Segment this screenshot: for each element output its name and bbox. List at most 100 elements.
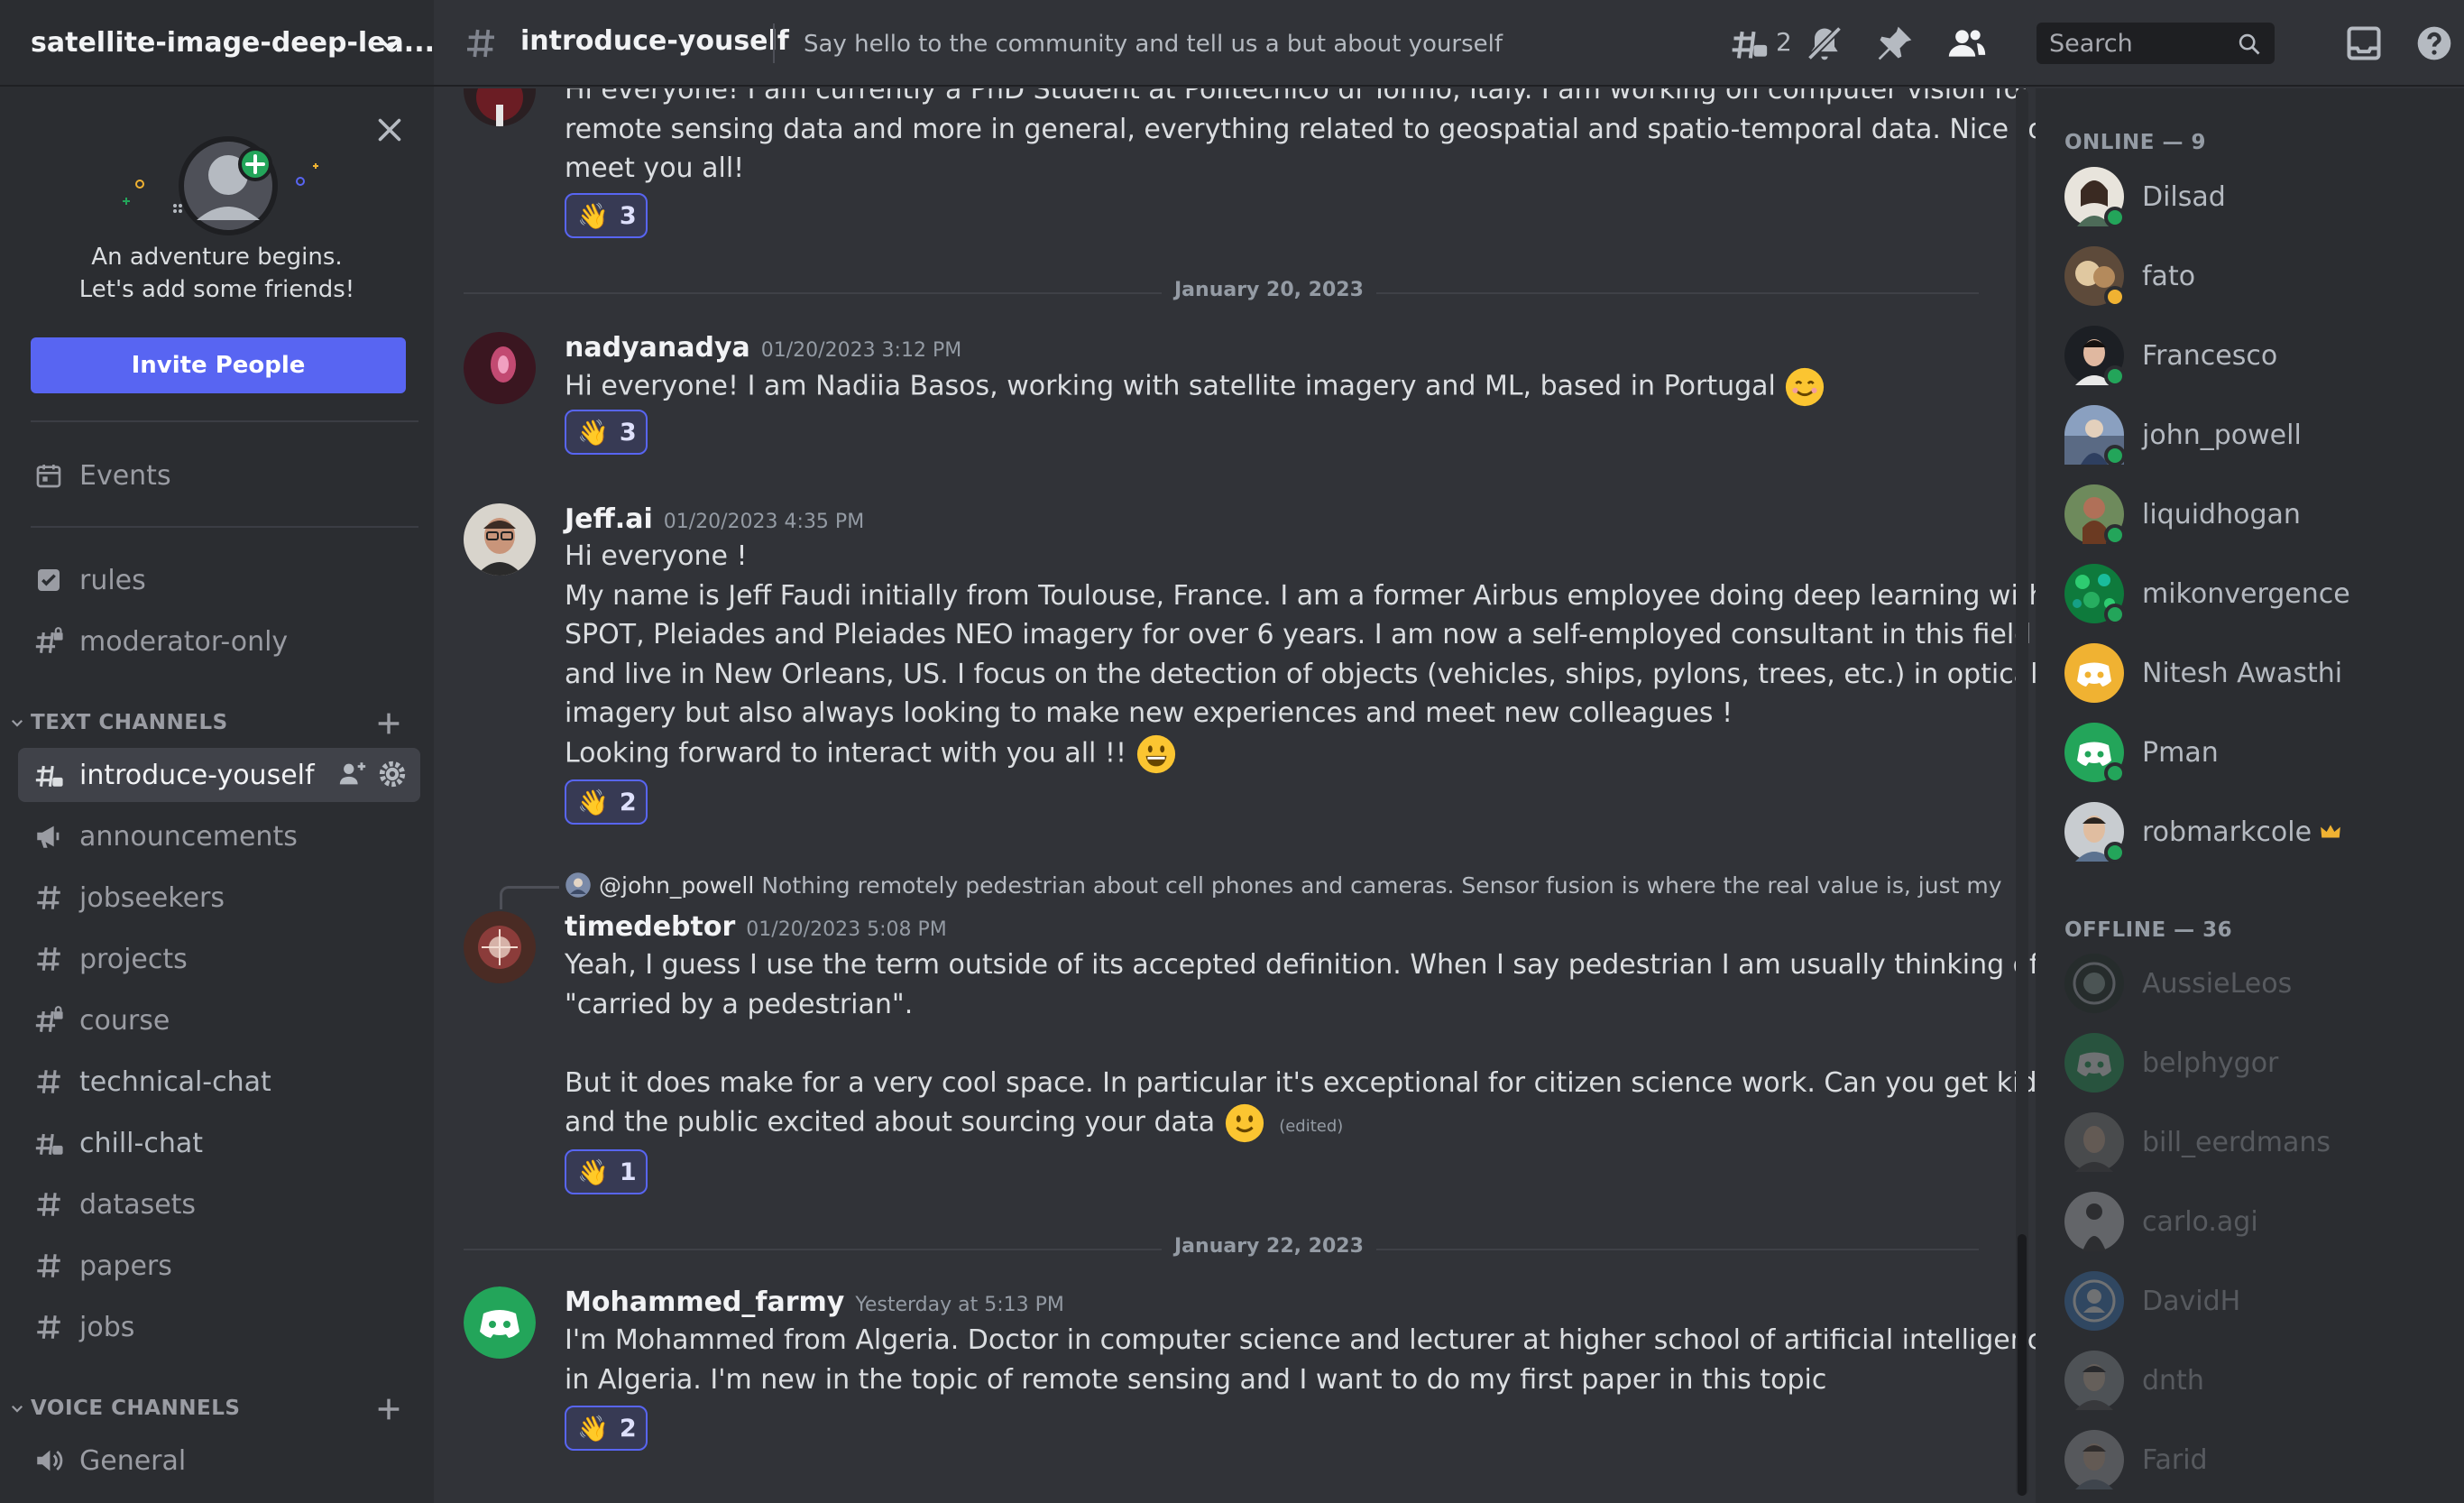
member-item[interactable]: Pman: [2064, 716, 2443, 788]
avatar: [2064, 723, 2126, 784]
sidebar-item-announcements[interactable]: announcements: [18, 809, 420, 863]
member-item[interactable]: Farid: [2064, 1424, 2443, 1496]
locked-hash-icon: [31, 623, 67, 659]
message-list[interactable]: Hi everyone! I am currently a PhD Studen…: [434, 88, 2036, 1503]
channel-header: introduce-youself Say hello to the commu…: [434, 0, 2464, 87]
member-item[interactable]: AussieLeos: [2064, 947, 2443, 1019]
search-box[interactable]: [2036, 23, 2275, 64]
pin-icon[interactable]: [1875, 23, 1915, 63]
sidebar-item-jobs[interactable]: jobs: [18, 1300, 420, 1354]
member-item[interactable]: DavidH: [2064, 1265, 2443, 1337]
message-text: Hi everyone ! My name is Jeff Faudi init…: [565, 537, 2036, 775]
member-item[interactable]: carlo.agi: [2064, 1185, 2443, 1258]
reaction-count: 3: [619, 201, 637, 230]
inbox-icon[interactable]: [2344, 23, 2384, 63]
sidebar-item-technical-chat[interactable]: technical-chat: [18, 1055, 420, 1109]
close-icon[interactable]: [373, 114, 406, 146]
hash-icon: [31, 1248, 67, 1284]
threads-count: 2: [1776, 27, 1792, 57]
member-name: DavidH: [2142, 1285, 2241, 1317]
add-channel-icon[interactable]: [373, 1394, 404, 1425]
online-status-icon: [2104, 524, 2126, 546]
avatar: [2064, 405, 2126, 466]
date-label: January 22, 2023: [1162, 1235, 1376, 1258]
sidebar-item-papers[interactable]: papers: [18, 1239, 420, 1293]
avatar: [2064, 1351, 2124, 1410]
reply-author[interactable]: @john_powell: [599, 872, 754, 899]
category-voice-channels[interactable]: VOICE CHANNELS: [9, 1390, 424, 1426]
create-invite-icon[interactable]: [337, 759, 368, 789]
reaction-wave[interactable]: 👋 2: [565, 1406, 648, 1451]
member-item[interactable]: Francesco: [2064, 319, 2443, 392]
edited-label: (edited): [1279, 1116, 1344, 1136]
sidebar-item-projects[interactable]: projects: [18, 932, 420, 986]
sidebar-item-datasets[interactable]: datasets: [18, 1177, 420, 1231]
invite-people-button[interactable]: Invite People: [31, 337, 406, 393]
sidebar-item-course[interactable]: course: [18, 993, 420, 1047]
notifications-muted-icon[interactable]: [1805, 23, 1844, 63]
online-header: ONLINE — 9: [2064, 131, 2206, 154]
sidebar-item-label: announcements: [79, 820, 298, 853]
sidebar-item-moderator-only[interactable]: moderator-only: [18, 614, 420, 669]
message-author[interactable]: Mohammed_farmy Yesterday at 5:13 PM: [565, 1286, 1064, 1318]
member-item[interactable]: bill_eerdmans: [2064, 1106, 2443, 1178]
sidebar-item-label: papers: [79, 1249, 172, 1282]
member-item[interactable]: fato: [2064, 240, 2443, 312]
sidebar-item-introduce-youself[interactable]: introduce-youself: [18, 748, 420, 802]
divider: [773, 23, 775, 63]
server-header[interactable]: satellite-image-deep-lea...: [0, 0, 435, 87]
reply-text: Nothing remotely pedestrian about cell p…: [761, 871, 2002, 899]
member-item[interactable]: Nitesh Awasthi: [2064, 637, 2443, 709]
member-item[interactable]: belphygor: [2064, 1027, 2443, 1099]
sidebar-item-label: course: [79, 1004, 170, 1037]
member-item[interactable]: Dilsad: [2064, 161, 2443, 233]
sidebar-item-jobseekers[interactable]: jobseekers: [18, 871, 420, 925]
message-author[interactable]: nadyanadya 01/20/2023 3:12 PM: [565, 332, 961, 364]
sidebar-item-label: projects: [79, 943, 188, 975]
reaction-wave[interactable]: 👋 1: [565, 1149, 648, 1194]
reaction-wave[interactable]: 👋 3: [565, 410, 648, 455]
grinning-face-emoji-icon: [1136, 734, 1175, 773]
avatar[interactable]: [464, 88, 536, 126]
help-icon[interactable]: [2414, 23, 2454, 63]
smiling-blushing-emoji-icon: [1786, 367, 1825, 407]
member-name: Francesco: [2142, 339, 2278, 372]
offline-header: OFFLINE — 36: [2064, 918, 2233, 942]
avatar[interactable]: [464, 911, 536, 983]
channel-topic[interactable]: Say hello to the community and tell us a…: [804, 31, 1503, 58]
message-author[interactable]: Jeff.ai 01/20/2023 4:35 PM: [565, 503, 864, 535]
member-name: Dilsad: [2142, 180, 2226, 213]
member-item[interactable]: john_powell: [2064, 399, 2443, 471]
members-list-icon[interactable]: [1947, 23, 1987, 63]
avatar[interactable]: [464, 332, 536, 404]
category-label: TEXT CHANNELS: [31, 711, 228, 734]
member-item[interactable]: dnth: [2064, 1344, 2443, 1416]
member-item[interactable]: liquidhogan: [2064, 478, 2443, 550]
member-item[interactable]: mikonvergence: [2064, 558, 2443, 630]
avatar[interactable]: [464, 503, 536, 576]
threads-icon[interactable]: [1729, 23, 1769, 63]
category-text-channels[interactable]: TEXT CHANNELS: [9, 705, 424, 741]
avatar[interactable]: [464, 1286, 536, 1359]
sidebar-item-rules[interactable]: rules: [18, 553, 420, 607]
hash-icon: [31, 941, 67, 977]
sidebar-item-chill-chat[interactable]: chill-chat: [18, 1116, 420, 1170]
idle-status-icon: [2104, 286, 2126, 308]
sidebar-item-events[interactable]: Events: [18, 448, 420, 503]
add-channel-icon[interactable]: [373, 708, 404, 739]
slightly-smiling-emoji-icon: [1225, 1103, 1264, 1143]
reaction-wave[interactable]: 👋 3: [565, 193, 648, 238]
waving-hand-icon: 👋: [577, 1413, 609, 1443]
member-name: john_powell: [2142, 419, 2302, 451]
sidebar-item-voice-general[interactable]: General: [18, 1434, 420, 1488]
timestamp: 01/20/2023 4:35 PM: [663, 511, 865, 533]
member-name: Farid: [2142, 1443, 2208, 1476]
reaction-wave[interactable]: 👋 2: [565, 779, 648, 825]
hash-threads-icon: [31, 757, 67, 793]
gear-icon[interactable]: [377, 759, 408, 789]
member-name: dnth: [2142, 1364, 2204, 1397]
message-author[interactable]: timedebtor 01/20/2023 5:08 PM: [565, 911, 947, 943]
member-item[interactable]: robmarkcole: [2064, 796, 2443, 868]
reply-preview[interactable]: @john_powell Nothing remotely pedestrian…: [565, 871, 2002, 899]
scrollbar-thumb[interactable]: [2018, 1234, 2027, 1496]
